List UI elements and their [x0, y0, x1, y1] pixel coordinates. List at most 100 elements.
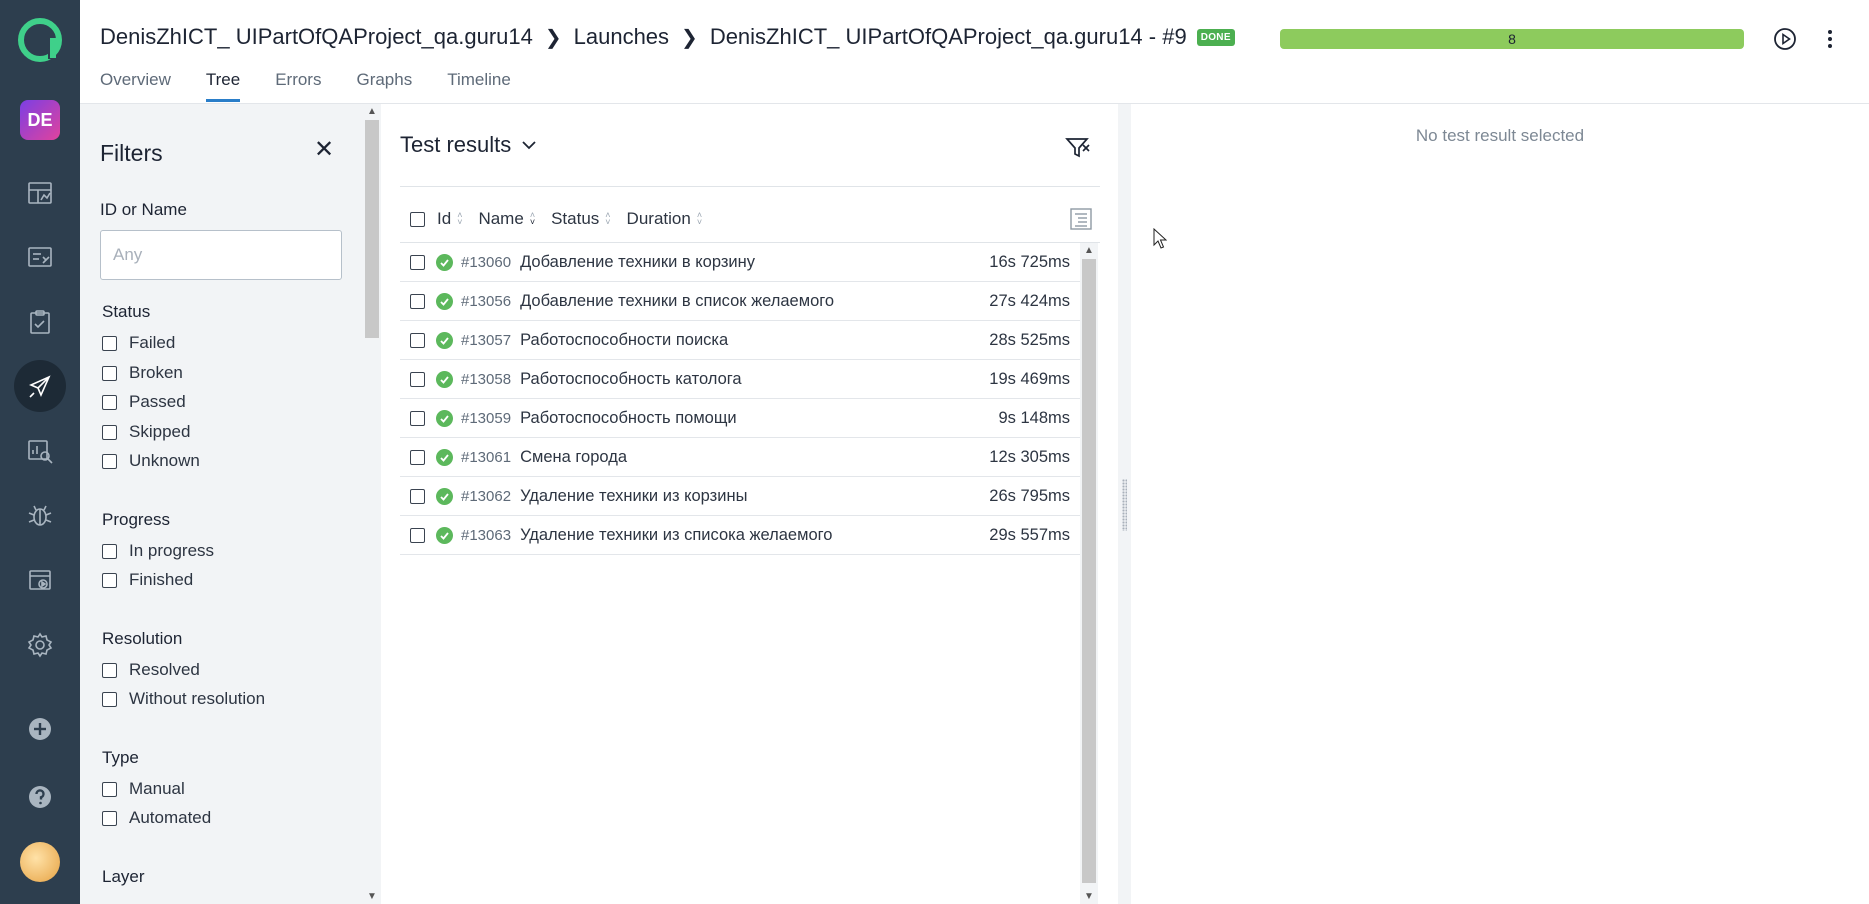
filter-status-unknown[interactable]: Unknown [102, 451, 200, 471]
checkbox[interactable] [102, 572, 117, 588]
filter-type-automated[interactable]: Automated [102, 808, 211, 828]
checkbox[interactable] [102, 691, 117, 707]
dashboards-icon[interactable] [14, 167, 66, 219]
test-plans-icon[interactable] [14, 296, 66, 348]
breadcrumb-launches[interactable]: Launches [574, 24, 669, 50]
test-id: #13058 [461, 370, 512, 388]
row-checkbox[interactable] [410, 293, 425, 309]
filter-resolution-resolved[interactable]: Resolved [102, 660, 200, 680]
defects-icon[interactable] [14, 489, 66, 541]
scroll-down-icon[interactable]: ▼ [1084, 891, 1094, 902]
column-name[interactable]: Name ˄ ˅ [478, 209, 535, 229]
row-checkbox[interactable] [410, 527, 425, 543]
tree-view-icon[interactable] [1068, 206, 1094, 232]
test-result-row[interactable]: #13057 Работоспособности поиска 28s 525m… [400, 321, 1080, 360]
test-cases-icon[interactable] [14, 231, 66, 283]
row-checkbox[interactable] [410, 254, 425, 270]
checkbox[interactable] [102, 394, 117, 410]
filter-status-skipped[interactable]: Skipped [102, 422, 190, 442]
test-result-row[interactable]: #13059 Работоспособность помощи 9s 148ms [400, 399, 1080, 438]
column-label: Name [478, 209, 524, 228]
settings-icon[interactable] [14, 619, 66, 671]
allure-logo-icon[interactable] [18, 18, 62, 62]
project-avatar[interactable]: DE [20, 100, 60, 140]
option-label: Finished [129, 570, 194, 589]
results-scrollbar[interactable]: ▲ ▼ [1080, 243, 1098, 904]
run-launch-button[interactable] [1770, 24, 1800, 54]
row-checkbox[interactable] [410, 488, 425, 504]
add-icon[interactable] [14, 703, 66, 755]
filter-type-manual[interactable]: Manual [102, 779, 185, 799]
test-result-row[interactable]: #13063 Удаление техники из списока желае… [400, 516, 1080, 555]
tab-overview[interactable]: Overview [100, 70, 171, 100]
option-label: Failed [129, 333, 176, 352]
panel-resize-handle[interactable] [1118, 104, 1131, 904]
tab-graphs[interactable]: Graphs [356, 70, 412, 100]
nav-rail: DE [0, 0, 80, 904]
tab-timeline[interactable]: Timeline [447, 70, 511, 100]
chevron-right-icon: ❯ [681, 26, 698, 49]
row-checkbox[interactable] [410, 449, 425, 465]
test-name: Добавление техники в корзину [520, 252, 755, 271]
test-result-row[interactable]: #13062 Удаление техники из корзины 26s 7… [400, 477, 1080, 516]
column-status[interactable]: Status ˄ ˅ [551, 209, 610, 229]
test-results-panel: Test results Id ˄ ˅ Name ˄ ˅ Status ˄ ˅ Durati… [381, 104, 1118, 904]
progress-group-title: Progress [102, 510, 171, 529]
filters-scrollbar[interactable]: ▲ ▼ [363, 104, 381, 904]
filter-progress-in-progress[interactable]: In progress [102, 541, 214, 561]
option-label: Unknown [129, 451, 200, 470]
checkbox[interactable] [102, 543, 117, 559]
checkbox[interactable] [102, 365, 117, 381]
sort-icon: ˄ ˅ [457, 210, 463, 227]
results-column-header: Id ˄ ˅ Name ˄ ˅ Status ˄ ˅ Duration ˄ ˅ [400, 196, 1100, 242]
filter-progress-finished[interactable]: Finished [102, 570, 193, 590]
tab-tree[interactable]: Tree [205, 70, 241, 102]
test-results-list: #13060 Добавление техники в корзину 16s … [400, 243, 1080, 555]
jobs-icon[interactable] [14, 554, 66, 606]
checkbox[interactable] [102, 335, 117, 351]
test-duration: 29s 557ms [989, 525, 1070, 544]
test-result-row[interactable]: #13060 Добавление техники в корзину 16s … [400, 243, 1080, 282]
user-avatar[interactable] [20, 842, 60, 882]
checkbox[interactable] [102, 453, 117, 469]
filters-panel: Filters ✕ ID or Name Status Failed Broke… [80, 104, 363, 904]
scrollbar-thumb[interactable] [1082, 259, 1096, 883]
scrollbar-thumb[interactable] [365, 120, 379, 338]
test-duration: 16s 725ms [989, 252, 1070, 271]
checkbox[interactable] [102, 424, 117, 440]
help-icon[interactable] [14, 771, 66, 823]
test-results-title[interactable]: Test results [400, 132, 537, 158]
test-result-row[interactable]: #13056 Добавление техники в список желае… [400, 282, 1080, 321]
layer-group-title: Layer [102, 867, 145, 886]
scroll-up-icon[interactable]: ▲ [367, 106, 377, 117]
filter-status-failed[interactable]: Failed [102, 333, 175, 353]
breadcrumb-project[interactable]: DenisZhICT_ UIPartOfQAProject_qa.guru14 [100, 24, 533, 50]
scroll-up-icon[interactable]: ▲ [1084, 245, 1094, 256]
launches-icon[interactable] [14, 360, 66, 412]
analytics-icon[interactable] [14, 425, 66, 477]
option-label: In progress [129, 541, 215, 560]
test-result-detail-panel: No test result selected [1131, 104, 1869, 904]
test-result-row[interactable]: #13058 Работоспособность католога 19s 46… [400, 360, 1080, 399]
more-menu-button[interactable] [1815, 24, 1845, 54]
column-duration[interactable]: Duration ˄ ˅ [627, 209, 703, 229]
checkbox[interactable] [102, 810, 117, 826]
filter-status-passed[interactable]: Passed [102, 392, 186, 412]
tab-errors[interactable]: Errors [275, 70, 321, 100]
checkbox[interactable] [102, 662, 117, 678]
row-checkbox[interactable] [410, 410, 425, 426]
checkbox[interactable] [102, 781, 117, 797]
scroll-down-icon[interactable]: ▼ [367, 891, 377, 902]
row-checkbox[interactable] [410, 332, 425, 348]
filter-status-broken[interactable]: Broken [102, 363, 183, 383]
row-checkbox[interactable] [410, 371, 425, 387]
test-name: Удаление техники из списока желаемого [520, 525, 833, 544]
column-id[interactable]: Id ˄ ˅ [437, 209, 462, 229]
close-filters-button[interactable]: ✕ [309, 134, 339, 164]
select-all-checkbox[interactable] [410, 211, 425, 227]
filter-resolution-without[interactable]: Without resolution [102, 689, 265, 709]
id-or-name-input[interactable] [100, 230, 342, 280]
test-result-row[interactable]: #13061 Смена города 12s 305ms [400, 438, 1080, 477]
clear-filter-icon[interactable] [1062, 132, 1092, 162]
test-duration: 12s 305ms [989, 447, 1070, 466]
